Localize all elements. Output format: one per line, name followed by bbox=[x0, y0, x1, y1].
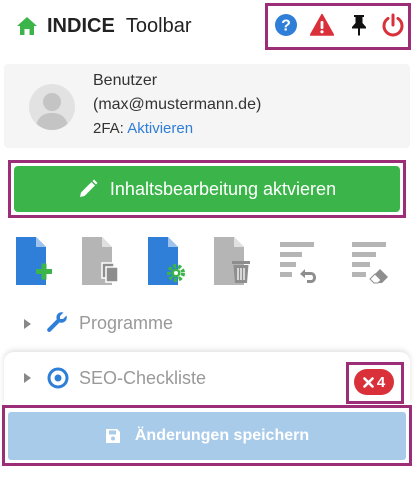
twofa-line: 2FA: Aktivieren bbox=[93, 120, 193, 137]
seo-checklist-label[interactable]: SEO-Checkliste bbox=[79, 368, 206, 389]
toolbar-header: INDICE Toolbar ? bbox=[0, 0, 414, 56]
clear-formatting-icon[interactable] bbox=[350, 236, 390, 286]
user-silhouette-icon bbox=[35, 93, 69, 130]
user-email: (max@mustermann.de) bbox=[93, 96, 262, 113]
warning-icon[interactable] bbox=[310, 13, 334, 37]
pin-icon[interactable] bbox=[347, 13, 371, 37]
duplicate-page-icon[interactable] bbox=[80, 236, 120, 286]
expand-seo-icon[interactable] bbox=[24, 373, 31, 383]
save-changes-label: Änderungen speichern bbox=[134, 427, 310, 444]
bullseye-icon bbox=[47, 367, 69, 389]
expand-programme-icon[interactable] bbox=[24, 319, 31, 329]
wrench-icon bbox=[47, 312, 67, 332]
programme-label[interactable]: Programme bbox=[79, 313, 173, 334]
enable-editing-button[interactable]: Inhaltsbearbeitung aktvieren bbox=[14, 166, 400, 212]
seo-error-count: 4 bbox=[376, 373, 386, 391]
save-changes-button[interactable]: Änderungen speichern bbox=[8, 412, 406, 460]
delete-page-icon[interactable] bbox=[212, 236, 252, 286]
user-name-label: Benutzer bbox=[93, 72, 158, 89]
twofa-activate-link[interactable]: Aktivieren bbox=[127, 120, 193, 137]
power-icon[interactable] bbox=[381, 13, 405, 37]
floppy-disk-icon bbox=[105, 429, 120, 443]
enable-editing-label: Inhaltsbearbeitung aktvieren bbox=[109, 178, 337, 199]
x-icon bbox=[363, 376, 374, 388]
revert-changes-icon[interactable] bbox=[278, 236, 318, 286]
seo-error-badge: 4 bbox=[354, 369, 394, 395]
svg-text:?: ? bbox=[281, 18, 291, 35]
brand-rest: Toolbar bbox=[125, 15, 192, 37]
brand-bold: INDICE bbox=[47, 15, 115, 37]
new-page-icon[interactable] bbox=[14, 236, 54, 286]
help-icon[interactable]: ? bbox=[274, 13, 298, 37]
home-icon[interactable] bbox=[16, 16, 38, 36]
avatar bbox=[29, 84, 75, 130]
pencil-icon bbox=[79, 179, 98, 197]
brand-title: INDICE Toolbar bbox=[47, 15, 192, 38]
twofa-label: 2FA: bbox=[93, 120, 124, 137]
page-settings-icon[interactable] bbox=[146, 236, 186, 286]
